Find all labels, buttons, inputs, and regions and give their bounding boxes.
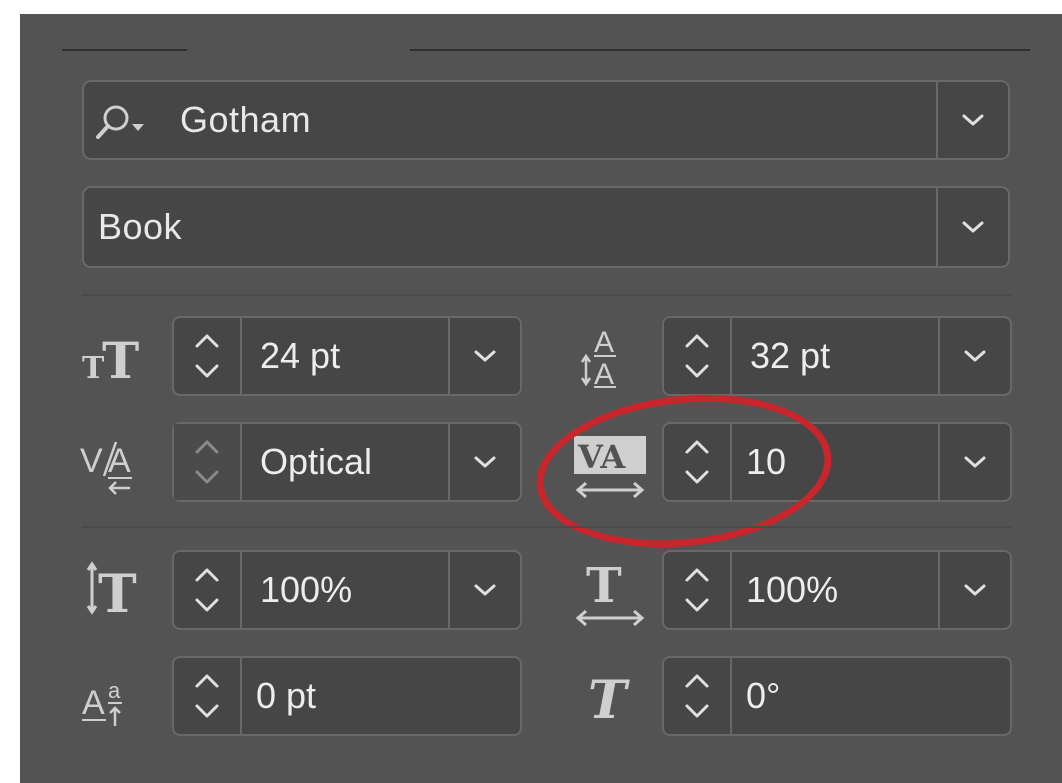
chevron-down-icon (474, 350, 496, 362)
leading-dropdown[interactable] (938, 318, 1010, 394)
chevron-down-icon (964, 350, 986, 362)
stepper-arrows-icon (195, 674, 219, 718)
font-size-dropdown[interactable] (448, 318, 520, 394)
horizontal-scale-dropdown[interactable] (938, 552, 1010, 628)
baseline-shift-field[interactable]: 0 pt (172, 656, 522, 736)
font-family-field[interactable]: Gotham (82, 80, 1010, 160)
vertical-scale-value[interactable]: 100% (260, 552, 352, 628)
panel-top-rule-left (62, 49, 187, 51)
svg-text:T: T (102, 331, 139, 390)
horizontal-scale-stepper[interactable] (664, 552, 732, 628)
leading-field[interactable]: 32 pt (662, 316, 1012, 396)
kerning-dropdown[interactable] (448, 424, 520, 500)
tracking-highlight-ellipse (528, 380, 840, 562)
horizontal-scale-value[interactable]: 100% (746, 552, 838, 628)
vertical-scale-dropdown[interactable] (448, 552, 520, 628)
skew-stepper[interactable] (664, 658, 732, 734)
font-size-stepper[interactable] (174, 318, 242, 394)
chevron-down-icon (964, 456, 986, 468)
baseline-shift-stepper[interactable] (174, 658, 242, 734)
character-panel: Gotham Book T T 24 pt A A 32 pt V A Opti… (20, 14, 1062, 783)
stepper-arrows-icon (195, 568, 219, 612)
font-family-dropdown[interactable] (936, 82, 1008, 158)
svg-text:A: A (594, 326, 614, 359)
horizontal-scale-field[interactable]: 100% (662, 550, 1012, 630)
vertical-scale-field[interactable]: 100% (172, 550, 522, 630)
stepper-arrows-icon (685, 568, 709, 612)
svg-text:T: T (98, 564, 137, 625)
svg-text:T: T (588, 670, 630, 731)
kerning-value[interactable]: Optical (260, 424, 372, 500)
kerning-field[interactable]: Optical (172, 422, 522, 502)
font-family-value: Gotham (180, 99, 312, 140)
svg-text:V: V (80, 442, 103, 480)
chevron-down-icon (474, 584, 496, 596)
separator (82, 294, 1012, 296)
svg-text:A: A (108, 442, 131, 480)
skew-value[interactable]: 0° (746, 658, 780, 734)
leading-icon: A A (572, 316, 652, 396)
vertical-scale-icon: T (78, 550, 158, 630)
chevron-down-icon (962, 221, 984, 233)
vertical-scale-stepper[interactable] (174, 552, 242, 628)
font-style-value: Book (98, 206, 183, 247)
horizontal-scale-icon: T (572, 550, 652, 630)
font-size-value[interactable]: 24 pt (260, 318, 340, 394)
leading-value[interactable]: 32 pt (750, 318, 830, 394)
chevron-down-icon (474, 456, 496, 468)
leading-stepper[interactable] (664, 318, 732, 394)
font-style-field[interactable]: Book (82, 186, 1010, 268)
font-size-field[interactable]: 24 pt (172, 316, 522, 396)
kerning-icon: V A (78, 422, 158, 502)
skew-field[interactable]: 0° (662, 656, 1012, 736)
baseline-shift-value[interactable]: 0 pt (256, 658, 316, 734)
panel-top-rule-right (410, 49, 1030, 51)
stepper-arrows-icon (195, 440, 219, 484)
stepper-arrows-icon (195, 334, 219, 378)
chevron-down-icon (962, 114, 984, 126)
font-size-icon: T T (78, 316, 158, 396)
svg-text:T: T (586, 558, 622, 614)
stepper-arrows-icon (685, 334, 709, 378)
kerning-stepper (174, 424, 242, 500)
tracking-dropdown[interactable] (938, 424, 1010, 500)
font-style-dropdown[interactable] (936, 188, 1008, 266)
search-dropdown-icon[interactable] (94, 102, 154, 142)
stepper-arrows-icon (685, 674, 709, 718)
chevron-down-icon (964, 584, 986, 596)
skew-icon: T (572, 656, 652, 736)
separator (82, 526, 1012, 528)
baseline-shift-icon: A a (78, 656, 158, 736)
svg-text:a: a (108, 678, 121, 703)
svg-text:A: A (82, 684, 105, 722)
